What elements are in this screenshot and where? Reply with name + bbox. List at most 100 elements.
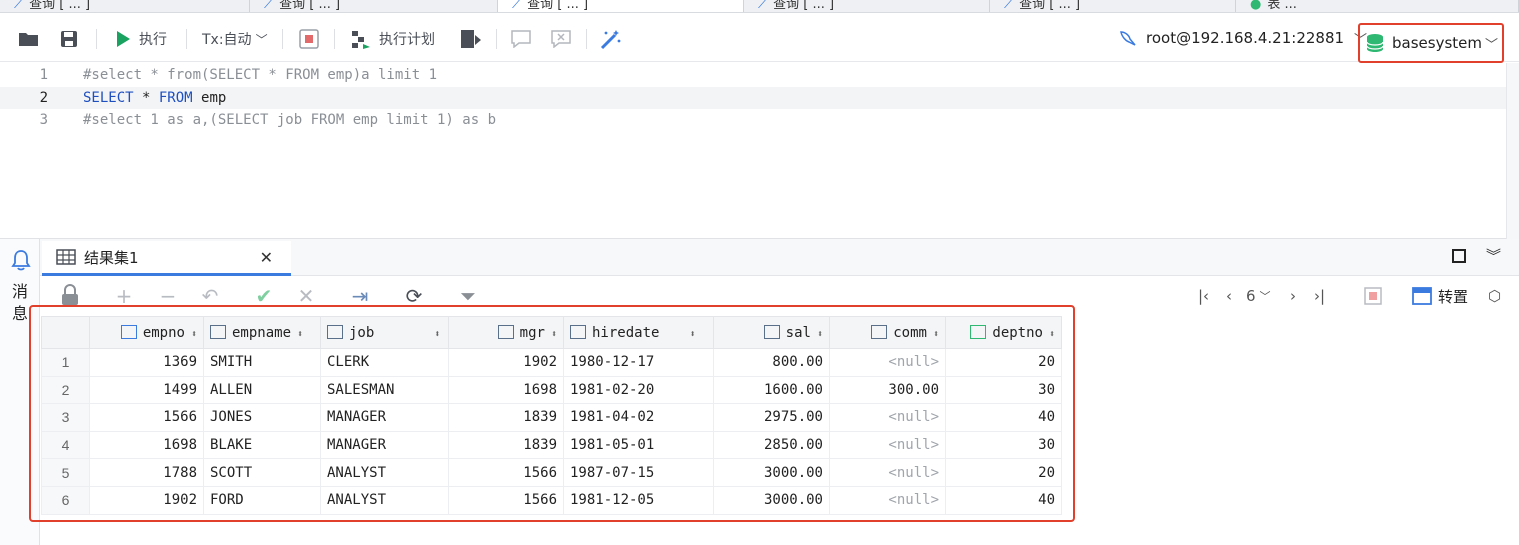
cell-sal[interactable]: 2850.00 <box>713 430 830 460</box>
cell-job[interactable]: ANALYST <box>320 485 449 515</box>
column-header-mgr[interactable]: mgr ⬍ <box>448 316 564 349</box>
sort-icon[interactable]: ⬍ <box>817 329 823 340</box>
cell-deptno[interactable]: 30 <box>945 430 1062 460</box>
messages-label[interactable]: 消息 <box>12 281 30 325</box>
stop-button[interactable] <box>299 26 319 52</box>
execute-button[interactable]: 执行 <box>115 26 167 52</box>
row-number[interactable]: 2 <box>41 375 90 405</box>
cell-sal[interactable]: 1600.00 <box>713 375 830 405</box>
cell-hiredate[interactable]: 1981-02-20 <box>563 375 714 405</box>
table-row[interactable]: 1 1369 SMITH CLERK 1902 1980-12-17 800.0… <box>41 348 1062 377</box>
cell-hiredate[interactable]: 1981-04-02 <box>563 403 714 432</box>
page-size-dropdown[interactable]: 6 ﹀ <box>1246 284 1271 308</box>
execution-plan-button[interactable]: 执行计划 <box>351 26 435 52</box>
cell-hiredate[interactable]: 1980-12-17 <box>563 348 714 377</box>
database-selector[interactable]: basesystem ﹀ <box>1358 23 1504 63</box>
prev-page-button[interactable]: ‹ <box>1226 284 1232 308</box>
cell-job[interactable]: SALESMAN <box>320 375 449 405</box>
editor-tab[interactable]: ⟋ 查询 [ ... ] <box>744 0 990 12</box>
table-row[interactable]: 5 1788 SCOTT ANALYST 1566 1987-07-15 300… <box>41 458 1062 487</box>
editor-tab[interactable]: ⟋ 查询 [ ... ] <box>250 0 498 12</box>
table-row[interactable]: 2 1499 ALLEN SALESMAN 1698 1981-02-20 16… <box>41 375 1062 405</box>
cell-deptno[interactable]: 30 <box>945 375 1062 405</box>
column-header-empno[interactable]: empno ⬍ <box>89 316 204 349</box>
cell-job[interactable]: MANAGER <box>320 430 449 460</box>
cell-mgr[interactable]: 1902 <box>448 348 564 377</box>
cell-mgr[interactable]: 1698 <box>448 375 564 405</box>
cell-comm[interactable]: 300.00 <box>829 375 946 405</box>
cell-empname[interactable]: BLAKE <box>203 430 321 460</box>
column-header-job[interactable]: job ⬍ <box>320 316 449 349</box>
editor-tab[interactable]: ⟋ 查询 [ ... ] <box>990 0 1236 12</box>
explain-icon[interactable] <box>460 26 482 52</box>
editor-scrollbar[interactable] <box>1506 63 1519 239</box>
cell-hiredate[interactable]: 1981-05-01 <box>563 430 714 460</box>
row-number[interactable]: 5 <box>41 458 90 487</box>
comment-icon[interactable] <box>511 26 531 52</box>
row-number[interactable]: 4 <box>41 430 90 460</box>
cell-empname[interactable]: ALLEN <box>203 375 321 405</box>
maximize-icon[interactable] <box>1452 249 1466 263</box>
cell-empname[interactable]: SCOTT <box>203 458 321 487</box>
cell-comm[interactable]: <null> <box>829 485 946 515</box>
cell-deptno[interactable]: 20 <box>945 458 1062 487</box>
table-row[interactable]: 6 1902 FORD ANALYST 1566 1981-12-05 3000… <box>41 485 1062 515</box>
cell-mgr[interactable]: 1566 <box>448 485 564 515</box>
cell-mgr[interactable]: 1839 <box>448 430 564 460</box>
cell-job[interactable]: CLERK <box>320 348 449 377</box>
first-page-button[interactable]: |‹ <box>1198 284 1209 308</box>
settings-icon[interactable]: ⬡ <box>1488 284 1501 308</box>
sort-icon[interactable]: ⬍ <box>297 329 303 340</box>
result-tab[interactable]: 结果集1 ✕ <box>42 241 291 276</box>
bell-icon[interactable] <box>11 249 31 275</box>
table-row[interactable]: 4 1698 BLAKE MANAGER 1839 1981-05-01 285… <box>41 430 1062 460</box>
sort-icon[interactable]: ⬍ <box>933 329 939 340</box>
sort-icon[interactable]: ⬍ <box>551 329 557 340</box>
cell-empno[interactable]: 1499 <box>89 375 204 405</box>
editor-tab-active[interactable]: ⟋ 查询 [ ... ] <box>498 0 744 12</box>
cell-mgr[interactable]: 1566 <box>448 458 564 487</box>
sort-icon[interactable]: ⬍ <box>434 329 440 340</box>
open-folder-icon[interactable] <box>18 26 40 52</box>
column-header-empname[interactable]: empname ⬍ <box>203 316 321 349</box>
cell-empname[interactable]: SMITH <box>203 348 321 377</box>
cell-empno[interactable]: 1902 <box>89 485 204 515</box>
magic-wand-icon[interactable] <box>600 26 622 52</box>
cell-sal[interactable]: 800.00 <box>713 348 830 377</box>
cell-empname[interactable]: FORD <box>203 485 321 515</box>
cell-empno[interactable]: 1566 <box>89 403 204 432</box>
cell-comm[interactable]: <null> <box>829 458 946 487</box>
sort-icon[interactable]: ⬍ <box>1049 329 1055 340</box>
cell-job[interactable]: ANALYST <box>320 458 449 487</box>
cell-empname[interactable]: JONES <box>203 403 321 432</box>
cell-comm[interactable]: <null> <box>829 403 946 432</box>
row-number[interactable]: 3 <box>41 403 90 432</box>
cell-empno[interactable]: 1369 <box>89 348 204 377</box>
connection-selector[interactable]: root@192.168.4.21:22881 ﹀ <box>1118 24 1367 52</box>
row-number[interactable]: 6 <box>41 485 90 515</box>
row-number[interactable]: 1 <box>41 348 90 377</box>
collapse-chevrons-icon[interactable]: ︾ <box>1486 245 1501 266</box>
sort-icon[interactable]: ⬍ <box>191 329 197 340</box>
column-header-hiredate[interactable]: hiredate ⬍ <box>563 316 714 349</box>
cell-empno[interactable]: 1698 <box>89 430 204 460</box>
column-header-sal[interactable]: sal ⬍ <box>713 316 830 349</box>
cell-mgr[interactable]: 1839 <box>448 403 564 432</box>
stop-fetch-icon[interactable] <box>1364 284 1382 308</box>
cell-job[interactable]: MANAGER <box>320 403 449 432</box>
close-icon[interactable]: ✕ <box>260 248 273 267</box>
sort-icon[interactable]: ⬍ <box>689 329 695 340</box>
cell-deptno[interactable]: 20 <box>945 348 1062 377</box>
last-page-button[interactable]: ›| <box>1314 284 1325 308</box>
editor-tab[interactable]: ⟋ 查询 [ ... ] <box>0 0 250 12</box>
transpose-button[interactable]: 转置 <box>1412 284 1468 308</box>
cell-deptno[interactable]: 40 <box>945 485 1062 515</box>
cell-sal[interactable]: 2975.00 <box>713 403 830 432</box>
cell-sal[interactable]: 3000.00 <box>713 458 830 487</box>
cell-hiredate[interactable]: 1981-12-05 <box>563 485 714 515</box>
column-header-deptno[interactable]: deptno ⬍ <box>945 316 1062 349</box>
next-page-button[interactable]: › <box>1290 284 1296 308</box>
column-header-comm[interactable]: comm ⬍ <box>829 316 946 349</box>
sql-editor[interactable]: 1 #select * from(SELECT * FROM emp)a lim… <box>0 63 1519 239</box>
cell-comm[interactable]: <null> <box>829 430 946 460</box>
